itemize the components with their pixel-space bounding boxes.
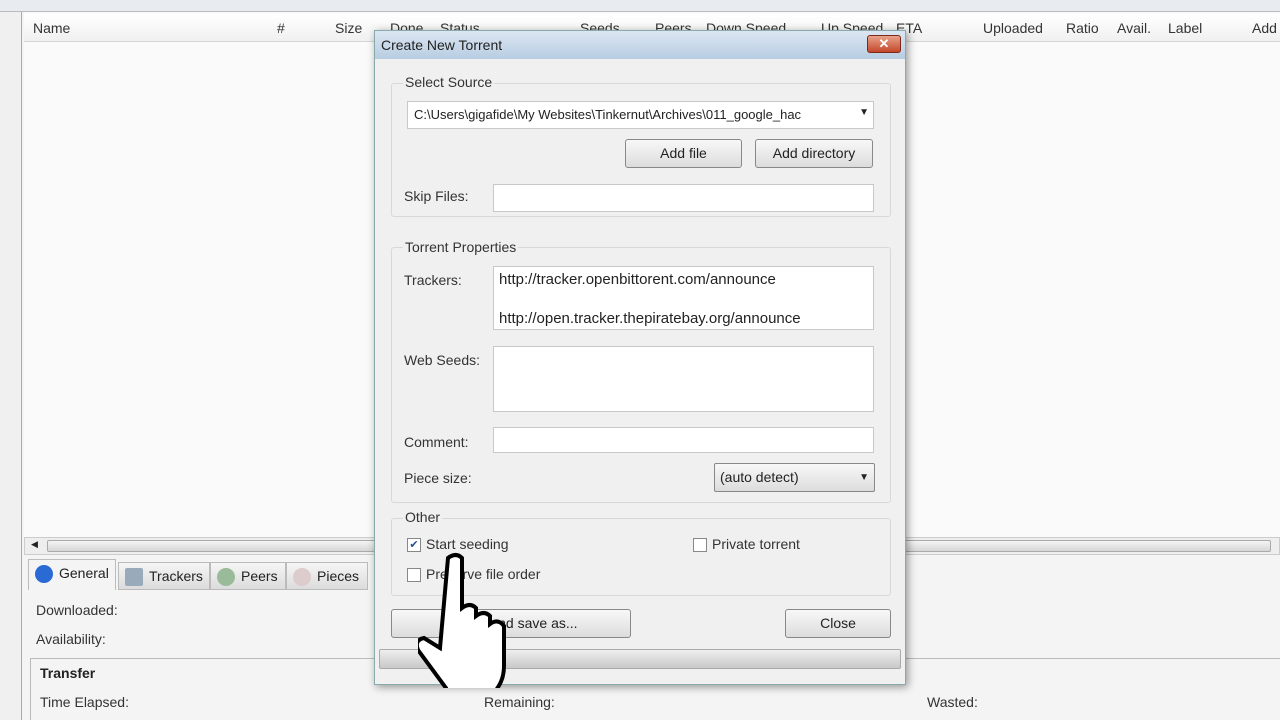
tab-label: Trackers bbox=[149, 568, 203, 584]
close-button[interactable]: Close bbox=[785, 609, 891, 638]
select-source-legend: Select Source bbox=[403, 74, 495, 90]
private-torrent-checkbox[interactable] bbox=[693, 538, 707, 552]
tracker-url: http://tracker.openbittorent.com/announc… bbox=[499, 271, 776, 288]
trackers-textarea[interactable]: http://tracker.openbittorent.com/announc… bbox=[493, 266, 874, 330]
hand-cursor-icon bbox=[418, 553, 506, 688]
category-sidebar bbox=[0, 12, 22, 720]
add-directory-button[interactable]: Add directory bbox=[755, 139, 873, 168]
web-seeds-textarea[interactable] bbox=[493, 346, 874, 412]
pieces-icon bbox=[293, 568, 311, 586]
source-path-value: C:\Users\gigafide\My Websites\Tinkernut\… bbox=[414, 107, 802, 122]
remaining-label: Remaining: bbox=[484, 694, 555, 710]
chevron-down-icon[interactable]: ▼ bbox=[859, 107, 869, 118]
transfer-heading: Transfer bbox=[40, 665, 96, 681]
wasted-label: Wasted: bbox=[927, 694, 978, 710]
tab-label: Pieces bbox=[317, 568, 360, 584]
trackers-label: Trackers: bbox=[404, 272, 462, 288]
col-size[interactable]: Size bbox=[335, 20, 362, 36]
skip-files-label: Skip Files: bbox=[404, 188, 469, 204]
add-file-button[interactable]: Add file bbox=[625, 139, 742, 168]
peers-icon bbox=[217, 568, 235, 586]
skip-files-input[interactable] bbox=[493, 184, 874, 212]
availability-label: Availability: bbox=[36, 631, 106, 647]
private-torrent-label[interactable]: Private torrent bbox=[712, 536, 800, 552]
close-icon[interactable]: ✕ bbox=[867, 35, 901, 53]
col-avail[interactable]: Avail. bbox=[1117, 20, 1151, 36]
col-ratio[interactable]: Ratio bbox=[1066, 20, 1099, 36]
piece-size-value: (auto detect) bbox=[720, 469, 799, 485]
dialog-title: Create New Torrent bbox=[381, 37, 503, 53]
toolbar bbox=[0, 0, 1280, 12]
piece-size-dropdown[interactable]: (auto detect) ▼ bbox=[714, 463, 875, 492]
tab-peers[interactable]: Peers bbox=[210, 562, 286, 590]
source-path-dropdown[interactable]: C:\Users\gigafide\My Websites\Tinkernut\… bbox=[407, 101, 874, 129]
other-legend: Other bbox=[403, 509, 443, 525]
chevron-down-icon: ▼ bbox=[859, 472, 869, 483]
piece-size-label: Piece size: bbox=[404, 470, 472, 486]
col-number[interactable]: # bbox=[277, 20, 285, 36]
dialog-titlebar[interactable]: Create New Torrent ✕ bbox=[375, 31, 905, 59]
info-icon bbox=[35, 565, 53, 583]
tab-label: Peers bbox=[241, 568, 278, 584]
col-uploaded[interactable]: Uploaded bbox=[983, 20, 1043, 36]
torrent-properties-legend: Torrent Properties bbox=[403, 239, 519, 255]
tracker-url: http://open.tracker.thepiratebay.org/ann… bbox=[499, 310, 801, 327]
comment-label: Comment: bbox=[404, 434, 469, 450]
comment-input[interactable] bbox=[493, 427, 874, 453]
col-added[interactable]: Add bbox=[1252, 20, 1277, 36]
tab-trackers[interactable]: Trackers bbox=[118, 562, 210, 590]
web-seeds-label: Web Seeds: bbox=[404, 352, 481, 368]
time-elapsed-label: Time Elapsed: bbox=[40, 694, 129, 710]
scroll-left-icon[interactable]: ◀ bbox=[31, 539, 38, 550]
col-name[interactable]: Name bbox=[33, 20, 70, 36]
trackers-icon bbox=[125, 568, 143, 586]
tab-pieces[interactable]: Pieces bbox=[286, 562, 368, 590]
tab-general[interactable]: General bbox=[28, 559, 116, 590]
tab-label: General bbox=[59, 565, 109, 581]
col-label[interactable]: Label bbox=[1168, 20, 1202, 36]
downloaded-label: Downloaded: bbox=[36, 602, 118, 618]
